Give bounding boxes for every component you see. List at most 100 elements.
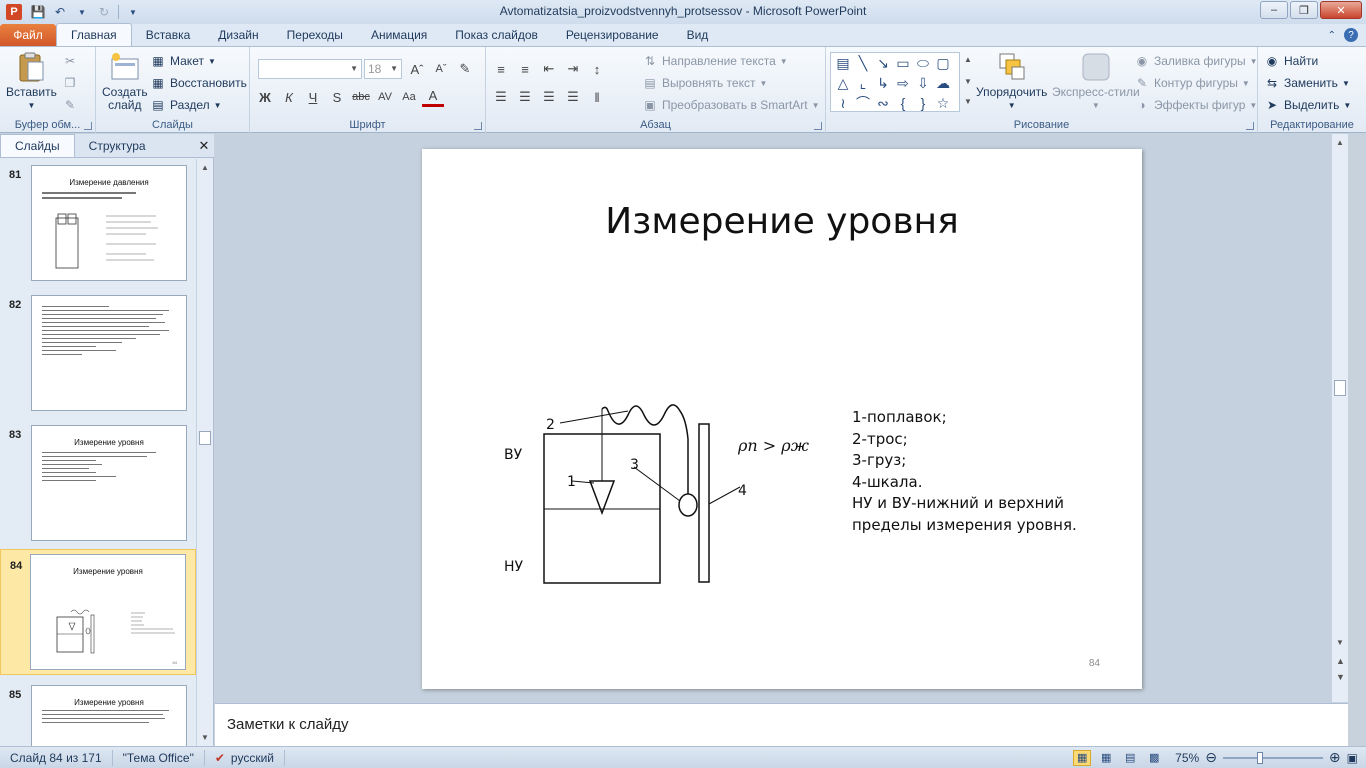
scrollbar-thumb[interactable] <box>199 431 211 445</box>
paste-button[interactable]: Вставить ▼ <box>6 51 57 112</box>
slide-thumbnail[interactable]: Измерение уровня 84 <box>30 554 186 670</box>
clipboard-launcher-icon[interactable] <box>84 122 92 130</box>
bold-icon[interactable]: Ж <box>254 87 276 107</box>
shape-outline-button[interactable]: ✎ Контур фигуры ▼ <box>1134 73 1250 93</box>
justify-icon[interactable]: ☰ <box>562 87 584 107</box>
undo-icon[interactable]: ↶ <box>52 4 68 20</box>
zoom-out-icon[interactable]: ⊖ <box>1205 749 1217 766</box>
tab-transitions[interactable]: Переходы <box>273 24 357 46</box>
help-icon[interactable]: ? <box>1344 28 1358 42</box>
save-icon[interactable]: 💾 <box>30 4 46 20</box>
tab-slideshow[interactable]: Показ слайдов <box>441 24 552 46</box>
arc-shape-icon[interactable]: ⌒ <box>853 93 873 113</box>
clear-formatting-icon[interactable]: ✎ <box>454 59 476 79</box>
format-painter-button[interactable]: ✎ <box>62 95 78 115</box>
slide-legend-text[interactable]: 1-поплавок; 2-трос; 3-груз; 4-шкала. НУ … <box>852 407 1077 536</box>
zoom-slider-thumb[interactable] <box>1257 751 1264 764</box>
next-slide-icon[interactable]: ▼ <box>1336 672 1345 682</box>
font-name-combo[interactable]: ▼ <box>258 59 362 79</box>
tab-view[interactable]: Вид <box>673 24 723 46</box>
cut-button[interactable]: ✂ <box>62 51 78 71</box>
italic-icon[interactable]: К <box>278 87 300 107</box>
notes-pane[interactable]: Заметки к слайду <box>215 703 1348 746</box>
align-center-icon[interactable]: ☰ <box>514 87 536 107</box>
underline-icon[interactable]: Ч <box>302 87 324 107</box>
zoom-level[interactable]: 75% <box>1175 751 1199 765</box>
change-case-icon[interactable]: Aa <box>398 87 420 107</box>
close-panel-icon[interactable]: ✕ <box>194 134 214 157</box>
slide-scroll-thumb[interactable] <box>1334 380 1346 396</box>
redo-icon[interactable]: ↻ <box>96 4 112 20</box>
select-button[interactable]: ➤ Выделить ▼ <box>1264 95 1351 115</box>
paste-dropdown-icon[interactable]: ▼ <box>27 99 35 112</box>
powerpoint-logo-icon[interactable]: P <box>6 4 22 20</box>
thumbnail-row[interactable]: 81 Измерение давления <box>0 159 196 285</box>
section-button[interactable]: ▤ Раздел ▼ <box>150 95 221 115</box>
tab-home[interactable]: Главная <box>56 23 132 46</box>
language-indicator[interactable]: ✔ русский <box>205 749 285 766</box>
bullets-icon[interactable]: ≡ <box>490 59 512 79</box>
thumbnail-row[interactable]: 82 <box>0 289 196 415</box>
shape-fill-button[interactable]: ◉ Заливка фигуры ▼ <box>1134 51 1258 71</box>
quick-styles-button[interactable]: Экспресс-стили ▼ <box>1052 51 1140 112</box>
strikethrough-icon[interactable]: abc <box>350 87 372 107</box>
line-spacing-icon[interactable]: ↕ <box>586 59 608 79</box>
spellcheck-icon[interactable]: ✔ <box>215 751 225 765</box>
tab-animations[interactable]: Анимация <box>357 24 441 46</box>
tab-file[interactable]: Файл <box>0 24 56 46</box>
font-size-combo[interactable]: 18 ▼ <box>364 59 402 79</box>
previous-slide-icon[interactable]: ▲ <box>1336 656 1345 666</box>
thumbnail-scrollbar[interactable]: ▲ ▼ <box>196 159 213 746</box>
slideshow-icon[interactable]: ▩ <box>1145 750 1163 766</box>
notes-placeholder[interactable]: Заметки к слайду <box>227 716 349 733</box>
slide-scroll-down-icon[interactable]: ▼ <box>1336 638 1344 647</box>
thumbnail-row-selected[interactable]: 84 Измерение уровня 84 <box>0 549 196 675</box>
textbox-shape-icon[interactable]: ▤ <box>833 53 853 73</box>
tab-outline[interactable]: Структура <box>75 134 160 157</box>
font-color-icon[interactable]: A <box>422 87 444 107</box>
theme-name[interactable]: "Тема Office" <box>113 749 205 766</box>
tab-review[interactable]: Рецензирование <box>552 24 673 46</box>
shapes-scroll-up-icon[interactable]: ▲ <box>964 55 972 64</box>
down-arrow-shape-icon[interactable]: ⇩ <box>913 73 933 93</box>
undo-dropdown-icon[interactable]: ▼ <box>74 4 90 20</box>
drawing-launcher-icon[interactable] <box>1246 122 1254 130</box>
reset-button[interactable]: ▦ Восстановить <box>150 73 247 93</box>
right-arrow-shape-icon[interactable]: ⇨ <box>893 73 913 93</box>
curve-shape-icon[interactable]: ≀ <box>833 93 853 113</box>
decrease-indent-icon[interactable]: ⇤ <box>538 59 560 79</box>
minimize-ribbon-icon[interactable]: ⌃ <box>1328 30 1336 41</box>
left-brace-shape-icon[interactable]: { <box>893 93 913 113</box>
tab-slides-thumbnails[interactable]: Слайды <box>0 134 75 157</box>
align-right-icon[interactable]: ☰ <box>538 87 560 107</box>
slide-thumbnail[interactable]: Измерение уровня <box>31 685 187 746</box>
normal-view-icon[interactable]: ▦ <box>1073 749 1092 766</box>
slide-thumbnail[interactable]: Измерение уровня <box>31 425 187 541</box>
rectangle-shape-icon[interactable]: ▭ <box>893 53 913 73</box>
zoom-slider[interactable] <box>1222 750 1323 766</box>
slide-sorter-icon[interactable]: ▦ <box>1097 750 1115 766</box>
slide-thumbnail[interactable] <box>31 295 187 411</box>
triangle-shape-icon[interactable]: △ <box>833 73 853 93</box>
thumbnail-row[interactable]: 85 Измерение уровня <box>0 679 196 746</box>
find-button[interactable]: ◉ Найти <box>1264 51 1319 71</box>
callout-shape-icon[interactable]: ☁ <box>933 73 953 93</box>
shapes-more-icon[interactable]: ▼ <box>964 97 972 106</box>
shadow-icon[interactable]: S <box>326 87 348 107</box>
line-shape-icon[interactable]: ╲ <box>853 53 873 73</box>
char-spacing-icon[interactable]: AV <box>374 87 396 107</box>
slide-canvas[interactable]: Измерение уровня ВУ НУ 1 2 3 4 ρп > ρж 1… <box>422 149 1142 689</box>
shapes-gallery[interactable]: ▤ ╲ ↘ ▭ ⬭ ▢ △ ⌞ ↳ ⇨ ⇩ ☁ ≀ ⌒ ∾ { } ☆ <box>830 52 960 112</box>
elbow-connector-shape-icon[interactable]: ⌞ <box>853 73 873 93</box>
slide-scroll-up-icon[interactable]: ▲ <box>1336 138 1344 147</box>
font-launcher-icon[interactable] <box>474 122 482 130</box>
arrow-line-shape-icon[interactable]: ↘ <box>873 53 893 73</box>
numbering-icon[interactable]: ≡ <box>514 59 536 79</box>
tab-design[interactable]: Дизайн <box>204 24 272 46</box>
minimize-button[interactable]: – <box>1260 1 1288 19</box>
arrange-button[interactable]: Упорядочить ▼ <box>976 51 1047 112</box>
zoom-in-icon[interactable]: ⊕ <box>1329 749 1341 766</box>
columns-icon[interactable]: ‖ <box>586 87 608 107</box>
fit-to-window-icon[interactable]: ▣ <box>1347 751 1358 765</box>
shrink-font-icon[interactable]: Aˇ <box>430 59 452 79</box>
